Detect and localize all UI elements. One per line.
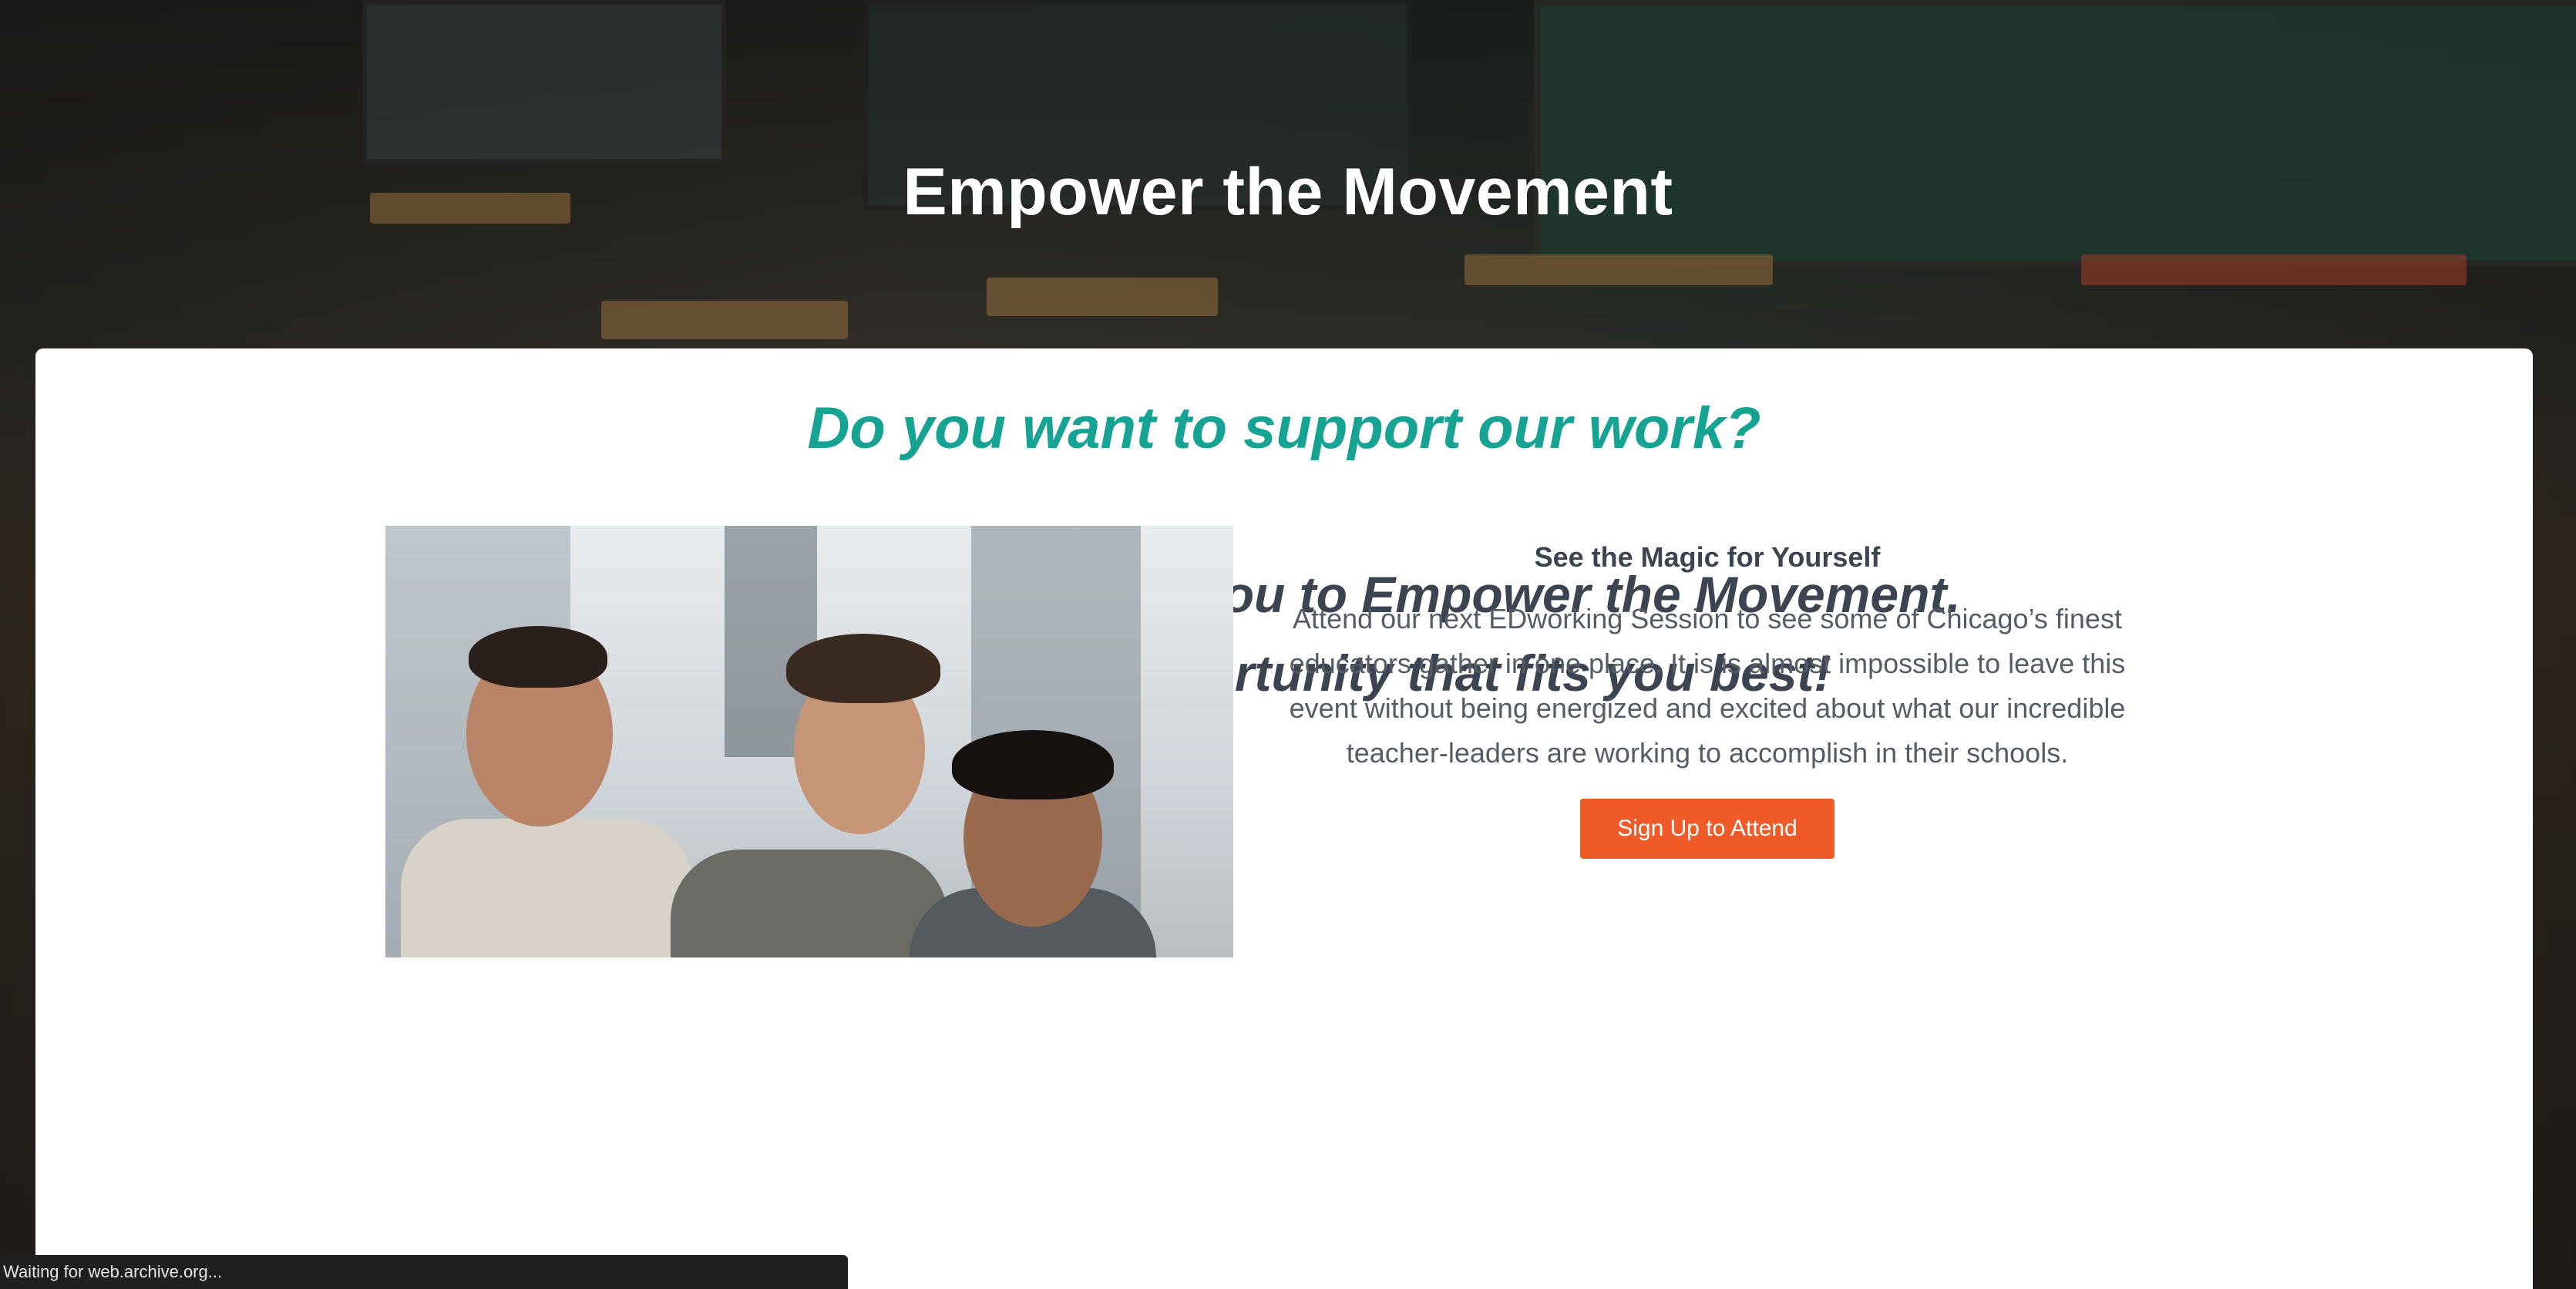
sign-up-button[interactable]: Sign Up to Attend (1580, 799, 1834, 859)
background-desk (2081, 254, 2467, 285)
support-heading: Do you want to support our work? (807, 395, 1761, 461)
browser-status-bar: Waiting for web.archive.org... (0, 1255, 848, 1289)
page-title: Empower the Movement (903, 155, 1673, 229)
person-body (671, 850, 948, 957)
background-window (362, 0, 726, 163)
person-hair (786, 634, 940, 703)
group-photo (385, 526, 1233, 957)
person-hair (952, 730, 1114, 799)
background-desk (601, 301, 848, 339)
person-body (401, 819, 694, 957)
background-desk (987, 278, 1218, 316)
magic-title: See the Magic for Yourself (1534, 541, 1881, 573)
person-hair (469, 626, 607, 688)
magic-section: See the Magic for Yourself Attend our ne… (1272, 526, 2143, 859)
magic-description: Attend our next EDworking Session to see… (1289, 603, 2126, 769)
background-desk (1465, 254, 1773, 285)
